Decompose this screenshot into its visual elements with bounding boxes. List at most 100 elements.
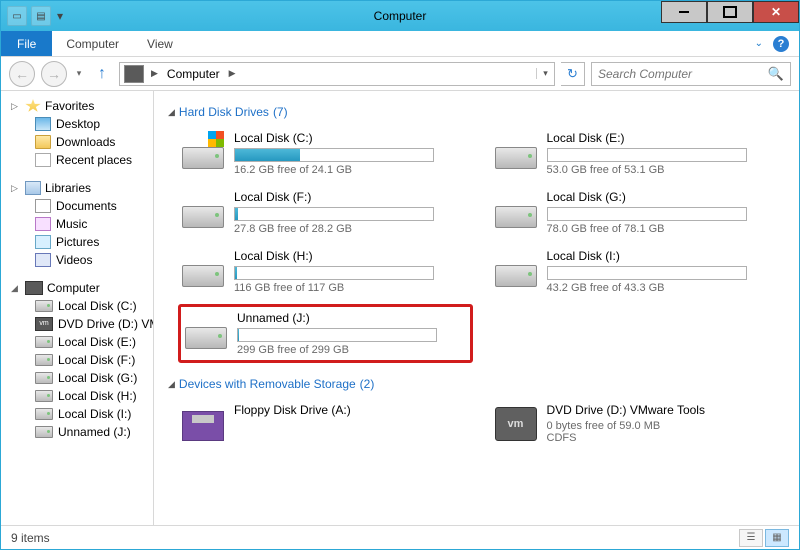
item-count: 9 items bbox=[11, 531, 50, 545]
drive-h[interactable]: Local Disk (H:) 116 GB free of 117 GB bbox=[178, 245, 473, 298]
forward-button[interactable]: → bbox=[41, 61, 67, 87]
tab-computer[interactable]: Computer bbox=[52, 31, 133, 56]
favorites-icon bbox=[25, 99, 41, 113]
search-box[interactable]: 🔍 bbox=[591, 62, 791, 86]
disk-icon bbox=[495, 131, 537, 169]
navigation-pane[interactable]: ▷Favorites Desktop Downloads Recent plac… bbox=[1, 91, 154, 525]
drive-e[interactable]: Local Disk (E:) 53.0 GB free of 53.1 GB bbox=[491, 127, 786, 180]
section-removable-storage[interactable]: ◢ Devices with Removable Storage (2) bbox=[168, 377, 785, 391]
collapse-icon: ◢ bbox=[168, 107, 175, 118]
view-details-button[interactable]: ☰ bbox=[739, 529, 763, 547]
tree-item-downloads[interactable]: Downloads bbox=[11, 133, 153, 151]
chevron-right-icon[interactable]: ▶ bbox=[148, 68, 161, 79]
tree-label: Computer bbox=[47, 281, 100, 295]
disk-icon bbox=[35, 354, 53, 366]
drive-floppy-a[interactable]: Floppy Disk Drive (A:) bbox=[178, 399, 473, 448]
view-tiles-button[interactable]: ▦ bbox=[765, 529, 789, 547]
disk-icon bbox=[35, 300, 53, 312]
tree-favorites: ▷Favorites Desktop Downloads Recent plac… bbox=[11, 97, 153, 169]
dvd-icon: vm bbox=[495, 403, 537, 441]
qat-new-folder-button[interactable]: ▤ bbox=[31, 6, 51, 26]
collapse-icon: ◢ bbox=[168, 379, 175, 390]
disk-icon bbox=[35, 336, 53, 348]
usage-bar bbox=[237, 328, 437, 342]
dvd-icon: vm bbox=[35, 317, 53, 331]
desktop-icon bbox=[35, 117, 51, 131]
pictures-icon bbox=[35, 235, 51, 249]
disk-icon bbox=[182, 249, 224, 287]
drive-i[interactable]: Local Disk (I:) 43.2 GB free of 43.3 GB bbox=[491, 245, 786, 298]
folder-icon bbox=[35, 135, 51, 149]
drive-dvd-d[interactable]: vm DVD Drive (D:) VMware Tools 0 bytes f… bbox=[491, 399, 786, 448]
tree-item-desktop[interactable]: Desktop bbox=[11, 115, 153, 133]
tree-libraries: ▷Libraries Documents Music Pictures Vide… bbox=[11, 179, 153, 269]
disk-icon bbox=[495, 190, 537, 228]
titlebar: ▭ ▤ ▾ Computer ✕ bbox=[1, 1, 799, 31]
music-icon bbox=[35, 217, 51, 231]
address-bar[interactable]: ▶ Computer ▶ ▾ bbox=[119, 62, 555, 86]
refresh-button[interactable]: ↻ bbox=[561, 62, 585, 86]
disk-icon bbox=[35, 390, 53, 402]
breadcrumb-computer[interactable]: Computer bbox=[161, 67, 226, 81]
tree-item-music[interactable]: Music bbox=[11, 215, 153, 233]
tree-item-recent[interactable]: Recent places bbox=[11, 151, 153, 169]
tree-item-documents[interactable]: Documents bbox=[11, 197, 153, 215]
drive-g[interactable]: Local Disk (G:) 78.0 GB free of 78.1 GB bbox=[491, 186, 786, 239]
content-pane: ◢ Hard Disk Drives (7) Local Disk (C:) 1… bbox=[154, 91, 799, 525]
disk-icon bbox=[495, 249, 537, 287]
minimize-button[interactable] bbox=[661, 1, 707, 23]
tree-item-pictures[interactable]: Pictures bbox=[11, 233, 153, 251]
up-button[interactable]: ↑ bbox=[91, 63, 113, 85]
qat-properties-button[interactable]: ▭ bbox=[7, 6, 27, 26]
drive-j[interactable]: Unnamed (J:) 299 GB free of 299 GB bbox=[178, 304, 473, 363]
tree-label: Libraries bbox=[45, 181, 91, 195]
tree-item-disk-i[interactable]: Local Disk (I:) bbox=[11, 405, 153, 423]
disk-icon bbox=[185, 311, 227, 349]
tree-computer: ◢Computer Local Disk (C:) vmDVD Drive (D… bbox=[11, 279, 153, 441]
tree-item-disk-c[interactable]: Local Disk (C:) bbox=[11, 297, 153, 315]
help-icon[interactable]: ? bbox=[773, 36, 789, 52]
computer-icon bbox=[25, 281, 43, 295]
address-history-button[interactable]: ▾ bbox=[536, 68, 554, 79]
back-button[interactable]: ← bbox=[9, 61, 35, 87]
search-icon: 🔍 bbox=[768, 66, 784, 82]
drive-c[interactable]: Local Disk (C:) 16.2 GB free of 24.1 GB bbox=[178, 127, 473, 180]
libraries-icon bbox=[25, 181, 41, 195]
disk-icon bbox=[35, 426, 53, 438]
tree-item-disk-f[interactable]: Local Disk (F:) bbox=[11, 351, 153, 369]
computer-icon bbox=[124, 65, 144, 83]
tree-label: Favorites bbox=[45, 99, 94, 113]
history-dropdown[interactable]: ▾ bbox=[73, 68, 85, 79]
section-hard-disk-drives[interactable]: ◢ Hard Disk Drives (7) bbox=[168, 105, 785, 119]
disk-icon bbox=[35, 408, 53, 420]
tree-item-disk-h[interactable]: Local Disk (H:) bbox=[11, 387, 153, 405]
usage-bar bbox=[234, 266, 434, 280]
window-controls: ✕ bbox=[661, 1, 799, 23]
search-input[interactable] bbox=[598, 67, 768, 81]
tree-item-dvd-d[interactable]: vmDVD Drive (D:) VMware Tools bbox=[11, 315, 153, 333]
drive-f[interactable]: Local Disk (F:) 27.8 GB free of 28.2 GB bbox=[178, 186, 473, 239]
disk-icon bbox=[182, 131, 224, 169]
usage-bar bbox=[547, 148, 747, 162]
usage-bar bbox=[547, 207, 747, 221]
floppy-icon bbox=[182, 403, 224, 441]
ribbon-expand-icon[interactable]: ⌄ bbox=[755, 38, 763, 49]
disk-icon bbox=[35, 372, 53, 384]
documents-icon bbox=[35, 199, 51, 213]
tree-item-videos[interactable]: Videos bbox=[11, 251, 153, 269]
chevron-right-icon[interactable]: ▶ bbox=[226, 68, 239, 79]
tree-item-disk-g[interactable]: Local Disk (G:) bbox=[11, 369, 153, 387]
status-bar: 9 items ☰ ▦ bbox=[1, 525, 799, 549]
qat-dropdown[interactable]: ▾ bbox=[55, 6, 65, 26]
close-button[interactable]: ✕ bbox=[753, 1, 799, 23]
tree-item-computer[interactable]: ◢Computer bbox=[11, 279, 153, 297]
file-tab[interactable]: File bbox=[1, 31, 52, 56]
recent-icon bbox=[35, 153, 51, 167]
disk-icon bbox=[182, 190, 224, 228]
usage-bar bbox=[234, 148, 434, 162]
tab-view[interactable]: View bbox=[133, 31, 187, 56]
tree-item-disk-j[interactable]: Unnamed (J:) bbox=[11, 423, 153, 441]
maximize-button[interactable] bbox=[707, 1, 753, 23]
tree-item-disk-e[interactable]: Local Disk (E:) bbox=[11, 333, 153, 351]
quick-access-toolbar: ▭ ▤ ▾ bbox=[1, 6, 65, 26]
